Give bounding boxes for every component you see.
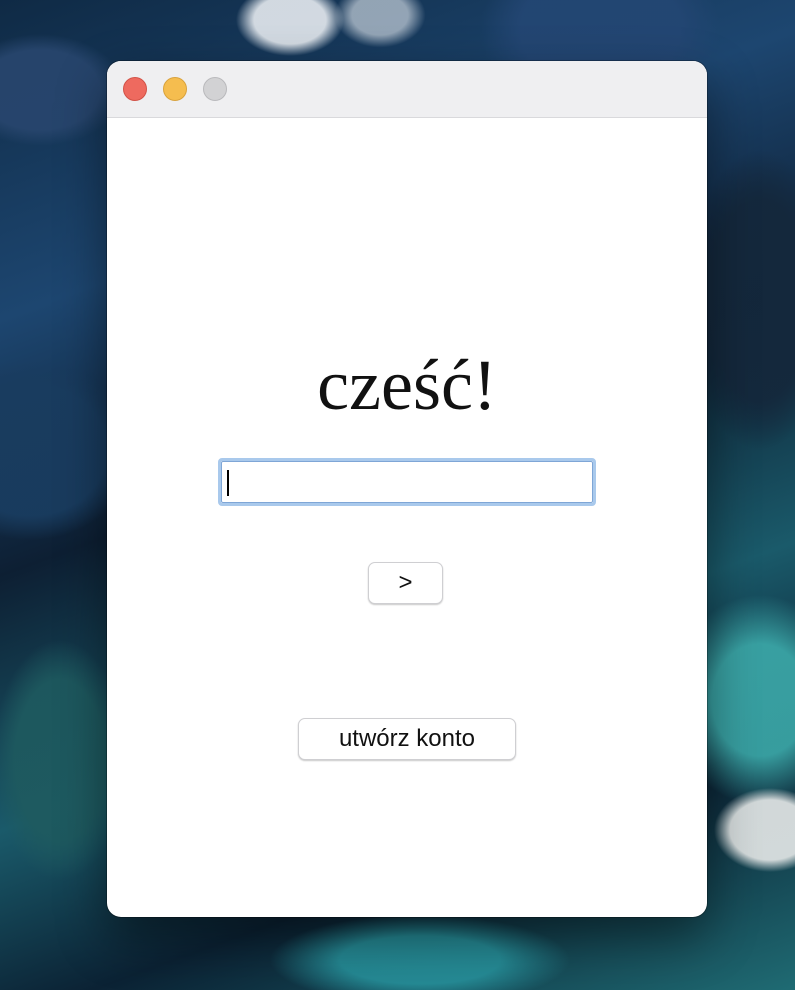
minimize-window-button[interactable] [163,77,187,101]
greeting-heading: cześć! [317,345,497,425]
create-account-button[interactable]: utwórz konto [298,718,516,760]
text-caret [227,470,229,496]
close-window-button[interactable] [123,77,147,101]
zoom-window-button[interactable] [203,77,227,101]
input-focus-ring [221,461,593,503]
next-button[interactable]: > [368,562,443,604]
window-titlebar[interactable] [107,61,707,118]
username-input[interactable] [218,458,596,506]
app-window: cześć! > utwórz konto [107,61,707,917]
